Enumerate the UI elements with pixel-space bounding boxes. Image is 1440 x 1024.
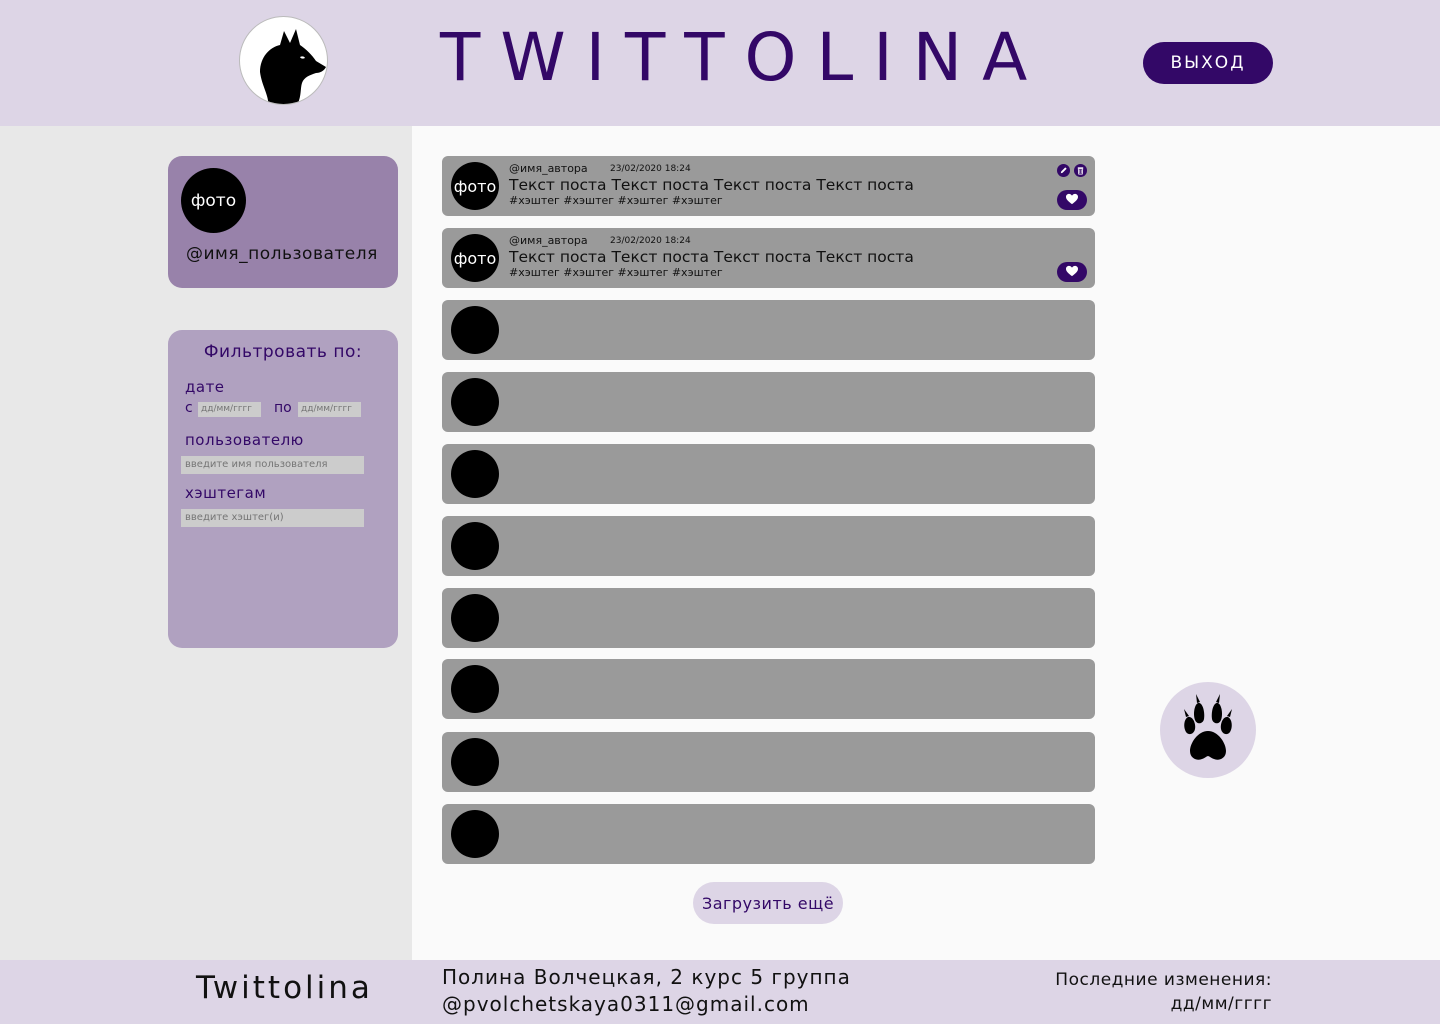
post-placeholder [442,372,1095,432]
post-avatar [451,306,499,354]
post-date: 23/02/2020 18:24 [610,236,691,246]
post-author[interactable]: @имя_автора [509,162,588,175]
delete-post-button[interactable] [1074,164,1087,177]
post-avatar [451,594,499,642]
post-text: Текст поста Текст поста Текст поста Текс… [509,248,914,266]
paw-icon [1180,691,1236,770]
post-placeholder [442,516,1095,576]
post-date: 23/02/2020 18:24 [610,164,691,174]
logout-button[interactable]: ВЫХОД [1143,42,1273,84]
pencil-icon [1059,163,1068,178]
post-card[interactable]: фото @имя_автора 23/02/2020 18:24 Текст … [442,156,1095,216]
header: TWITTOLINA ВЫХОД [0,0,1440,126]
post-placeholder [442,732,1095,792]
trash-icon [1076,163,1085,178]
post-author[interactable]: @имя_автора [509,234,588,247]
hashtag-filter-input[interactable] [181,509,364,527]
edit-post-button[interactable] [1057,164,1070,177]
footer-author-name: Полина Волчецкая, 2 курс 5 группа [442,965,851,989]
load-more-button[interactable]: Загрузить ещё [693,882,843,924]
post-avatar [451,450,499,498]
like-button[interactable] [1057,190,1087,210]
post-hashtags[interactable]: #хэштег #хэштег #хэштег #хэштег [509,194,723,207]
profile-card: фото @имя_пользователя [168,156,398,288]
footer-author-email[interactable]: @pvolchetskaya0311@gmail.com [442,991,851,1018]
post-avatar [451,522,499,570]
post-placeholder [442,804,1095,864]
filter-panel: Фильтровать по: дате с по пользователю х… [168,330,398,648]
profile-username[interactable]: @имя_пользователя [186,244,378,264]
post-avatar [451,738,499,786]
post-placeholder [442,659,1095,719]
like-button[interactable] [1057,262,1087,282]
avatar[interactable]: фото [181,168,246,233]
heart-icon [1065,265,1079,280]
heart-icon [1065,193,1079,208]
filter-hashtag-label: хэштегам [185,484,267,502]
wolf-head-icon[interactable] [239,16,328,105]
post-card[interactable]: фото @имя_автора 23/02/2020 18:24 Текст … [442,228,1095,288]
post-placeholder [442,444,1095,504]
post-avatar [451,378,499,426]
post-placeholder [442,588,1095,648]
footer: Twittolina Полина Волчецкая, 2 курс 5 гр… [0,960,1440,1024]
date-from-input[interactable] [198,402,261,417]
post-text: Текст поста Текст поста Текст поста Текс… [509,176,914,194]
post-hashtags[interactable]: #хэштег #хэштег #хэштег #хэштег [509,266,723,279]
post-avatar[interactable]: фото [451,162,499,210]
post-avatar [451,665,499,713]
footer-last-updated: Последние изменения: дд/мм/гггг [1055,968,1272,1016]
footer-updated-value: дд/мм/гггг [1170,994,1272,1014]
filter-date-label: дате [185,378,225,396]
user-filter-input[interactable] [181,456,364,474]
filter-from-label: с [185,400,193,416]
post-placeholder [442,300,1095,360]
filter-user-label: пользователю [185,431,304,449]
footer-brand: Twittolina [196,970,373,1006]
page-title: TWITTOLINA [440,19,1048,96]
footer-author: Полина Волчецкая, 2 курс 5 группа @pvolc… [442,964,851,1018]
filter-to-label: по [274,400,292,416]
filter-title: Фильтровать по: [203,342,363,362]
date-to-input[interactable] [298,402,361,417]
post-avatar[interactable]: фото [451,234,499,282]
footer-updated-label: Последние изменения: [1055,970,1272,990]
post-avatar [451,810,499,858]
new-post-button[interactable] [1160,682,1256,778]
